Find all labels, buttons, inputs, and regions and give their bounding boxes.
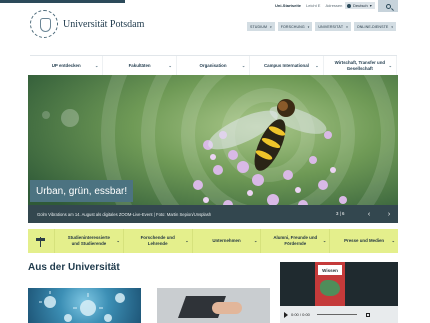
mainnav-up-entdecken[interactable]: UP entdecken ⌄	[30, 56, 104, 75]
virus-illustration	[39, 291, 125, 322]
search-icon	[385, 3, 391, 9]
play-icon[interactable]	[284, 311, 288, 318]
mainnav-campus-international[interactable]: Campus International ⌄	[250, 56, 324, 75]
map-shape	[320, 280, 340, 296]
tg-alumni[interactable]: Alumni, Freunde und Fördernde ⌄	[260, 229, 329, 253]
main-navigation: UP entdecken ⌄ Fakultäten ⌄ Organisation ⌄ …	[30, 55, 398, 75]
chevron-down-icon: ⌄	[315, 63, 319, 68]
top-accent-dark	[0, 0, 125, 3]
tg-presse[interactable]: Presse und Medien ⌄	[329, 229, 398, 253]
mainnav-up-entdecken-label: UP entdecken	[51, 63, 81, 68]
tg-forschende[interactable]: Forschende und Lehrende ⌄	[122, 229, 192, 253]
tg-alumni-label: Alumni, Freunde und Fördernde	[273, 235, 318, 246]
chevron-down-icon: ⌄	[185, 238, 189, 243]
target-group-icon-cell	[28, 229, 54, 253]
chevron-down-icon: ⌄	[391, 238, 395, 243]
chevron-down-icon: ▾	[391, 24, 394, 29]
subnav-universitaet-label: UNIVERSITÄT	[318, 24, 344, 29]
slide-prev-button[interactable]: ‹	[362, 207, 376, 221]
mainnav-campus-international-label: Campus International	[263, 63, 309, 68]
university-logo[interactable]: Universität Potsdam	[30, 10, 144, 38]
video-controls: 0:00 / 0:00	[280, 306, 398, 323]
mainnav-fakultaeten[interactable]: Fakultäten ⌄	[103, 56, 177, 75]
video-progress-bar[interactable]	[316, 314, 357, 315]
tg-unternehmen-label: Unternehmen	[212, 238, 241, 243]
chevron-down-icon: ▾	[346, 24, 348, 29]
hero-title[interactable]: Urban, grün, essbar!	[30, 180, 134, 202]
subnav-studium[interactable]: STUDIUM ▾	[247, 22, 275, 31]
mainnav-fakultaeten-label: Fakultäten	[128, 63, 151, 68]
subnav-forschung[interactable]: FORSCHUNG ▾	[277, 22, 313, 31]
video-poster-label: Wissen	[318, 265, 342, 275]
util-link-easy-language[interactable]: Leicht E	[306, 3, 320, 8]
subnav-forschung-label: FORSCHUNG	[280, 24, 305, 29]
mainnav-organisation-label: Organisation	[199, 63, 227, 68]
utility-links: Uni-Startseite Leicht E Adressen	[275, 3, 342, 8]
fullscreen-icon[interactable]	[365, 312, 370, 317]
hand-shape	[212, 302, 242, 314]
language-selector[interactable]: Deutsch ▾	[345, 2, 375, 9]
university-seal-icon	[30, 10, 58, 38]
globe-icon	[347, 3, 351, 8]
news-image-virus[interactable]	[28, 288, 141, 323]
mainnav-organisation[interactable]: Organisation ⌄	[177, 56, 251, 75]
slide-next-button[interactable]: ›	[382, 207, 396, 221]
chevron-left-icon: ‹	[367, 210, 371, 218]
sub-navigation: STUDIUM ▾ FORSCHUNG ▾ UNIVERSITÄT ▾ ONLINE-…	[247, 22, 397, 31]
chevron-down-icon: ▾	[369, 3, 372, 8]
chevron-down-icon: ▾	[270, 24, 272, 29]
tg-unternehmen[interactable]: Unternehmen ⌄	[191, 229, 261, 253]
util-link-home[interactable]: Uni-Startseite	[275, 3, 301, 8]
chevron-down-icon: ⌄	[388, 63, 393, 68]
signpost-icon	[36, 236, 46, 247]
chevron-down-icon: ⌄	[241, 63, 246, 68]
search-button[interactable]	[378, 0, 398, 12]
mainnav-wirtschaft-transfer-label: Wirtschaft, Transfer und Gesellschaft	[334, 59, 386, 71]
tg-forschende-label: Forschende und Lehrende	[140, 235, 175, 246]
university-name: Universität Potsdam	[63, 18, 145, 30]
subnav-universitaet[interactable]: UNIVERSITÄT ▾	[315, 22, 351, 31]
mainnav-wirtschaft-transfer[interactable]: Wirtschaft, Transfer und Gesellschaft ⌄	[324, 56, 398, 75]
chevron-down-icon: ⌄	[116, 238, 120, 243]
news-image-keyboard[interactable]	[157, 288, 270, 323]
chevron-right-icon: ›	[387, 210, 391, 218]
target-group-navigation: Studieninteressierte und Studierende ⌄ Fo…	[28, 229, 398, 253]
video-time: 0:00 / 0:00	[291, 312, 310, 317]
subnav-online-dienste[interactable]: ONLINE-DIENSTE ▾	[353, 22, 397, 31]
chevron-down-icon: ⌄	[254, 238, 258, 243]
chevron-down-icon: ▾	[307, 24, 310, 29]
tg-studierende-label: Studieninteressierte und Studierende	[67, 235, 110, 246]
slide-counter: 3 | 6	[336, 211, 345, 216]
chevron-down-icon: ⌄	[168, 63, 172, 68]
tg-studierende[interactable]: Studieninteressierte und Studierende ⌄	[54, 229, 123, 253]
language-label: Deutsch	[353, 3, 368, 8]
util-link-addresses[interactable]: Adressen	[325, 3, 342, 8]
video-player[interactable]: Wissen 0:00 / 0:00	[280, 262, 398, 323]
tg-presse-label: Presse und Medien	[344, 238, 385, 243]
chevron-down-icon: ⌄	[95, 63, 99, 68]
news-section-heading: Aus der Universität	[28, 262, 120, 273]
chevron-down-icon: ⌄	[322, 238, 327, 243]
subnav-studium-label: STUDIUM	[250, 24, 268, 29]
subnav-online-dienste-label: ONLINE-DIENSTE	[356, 24, 389, 29]
